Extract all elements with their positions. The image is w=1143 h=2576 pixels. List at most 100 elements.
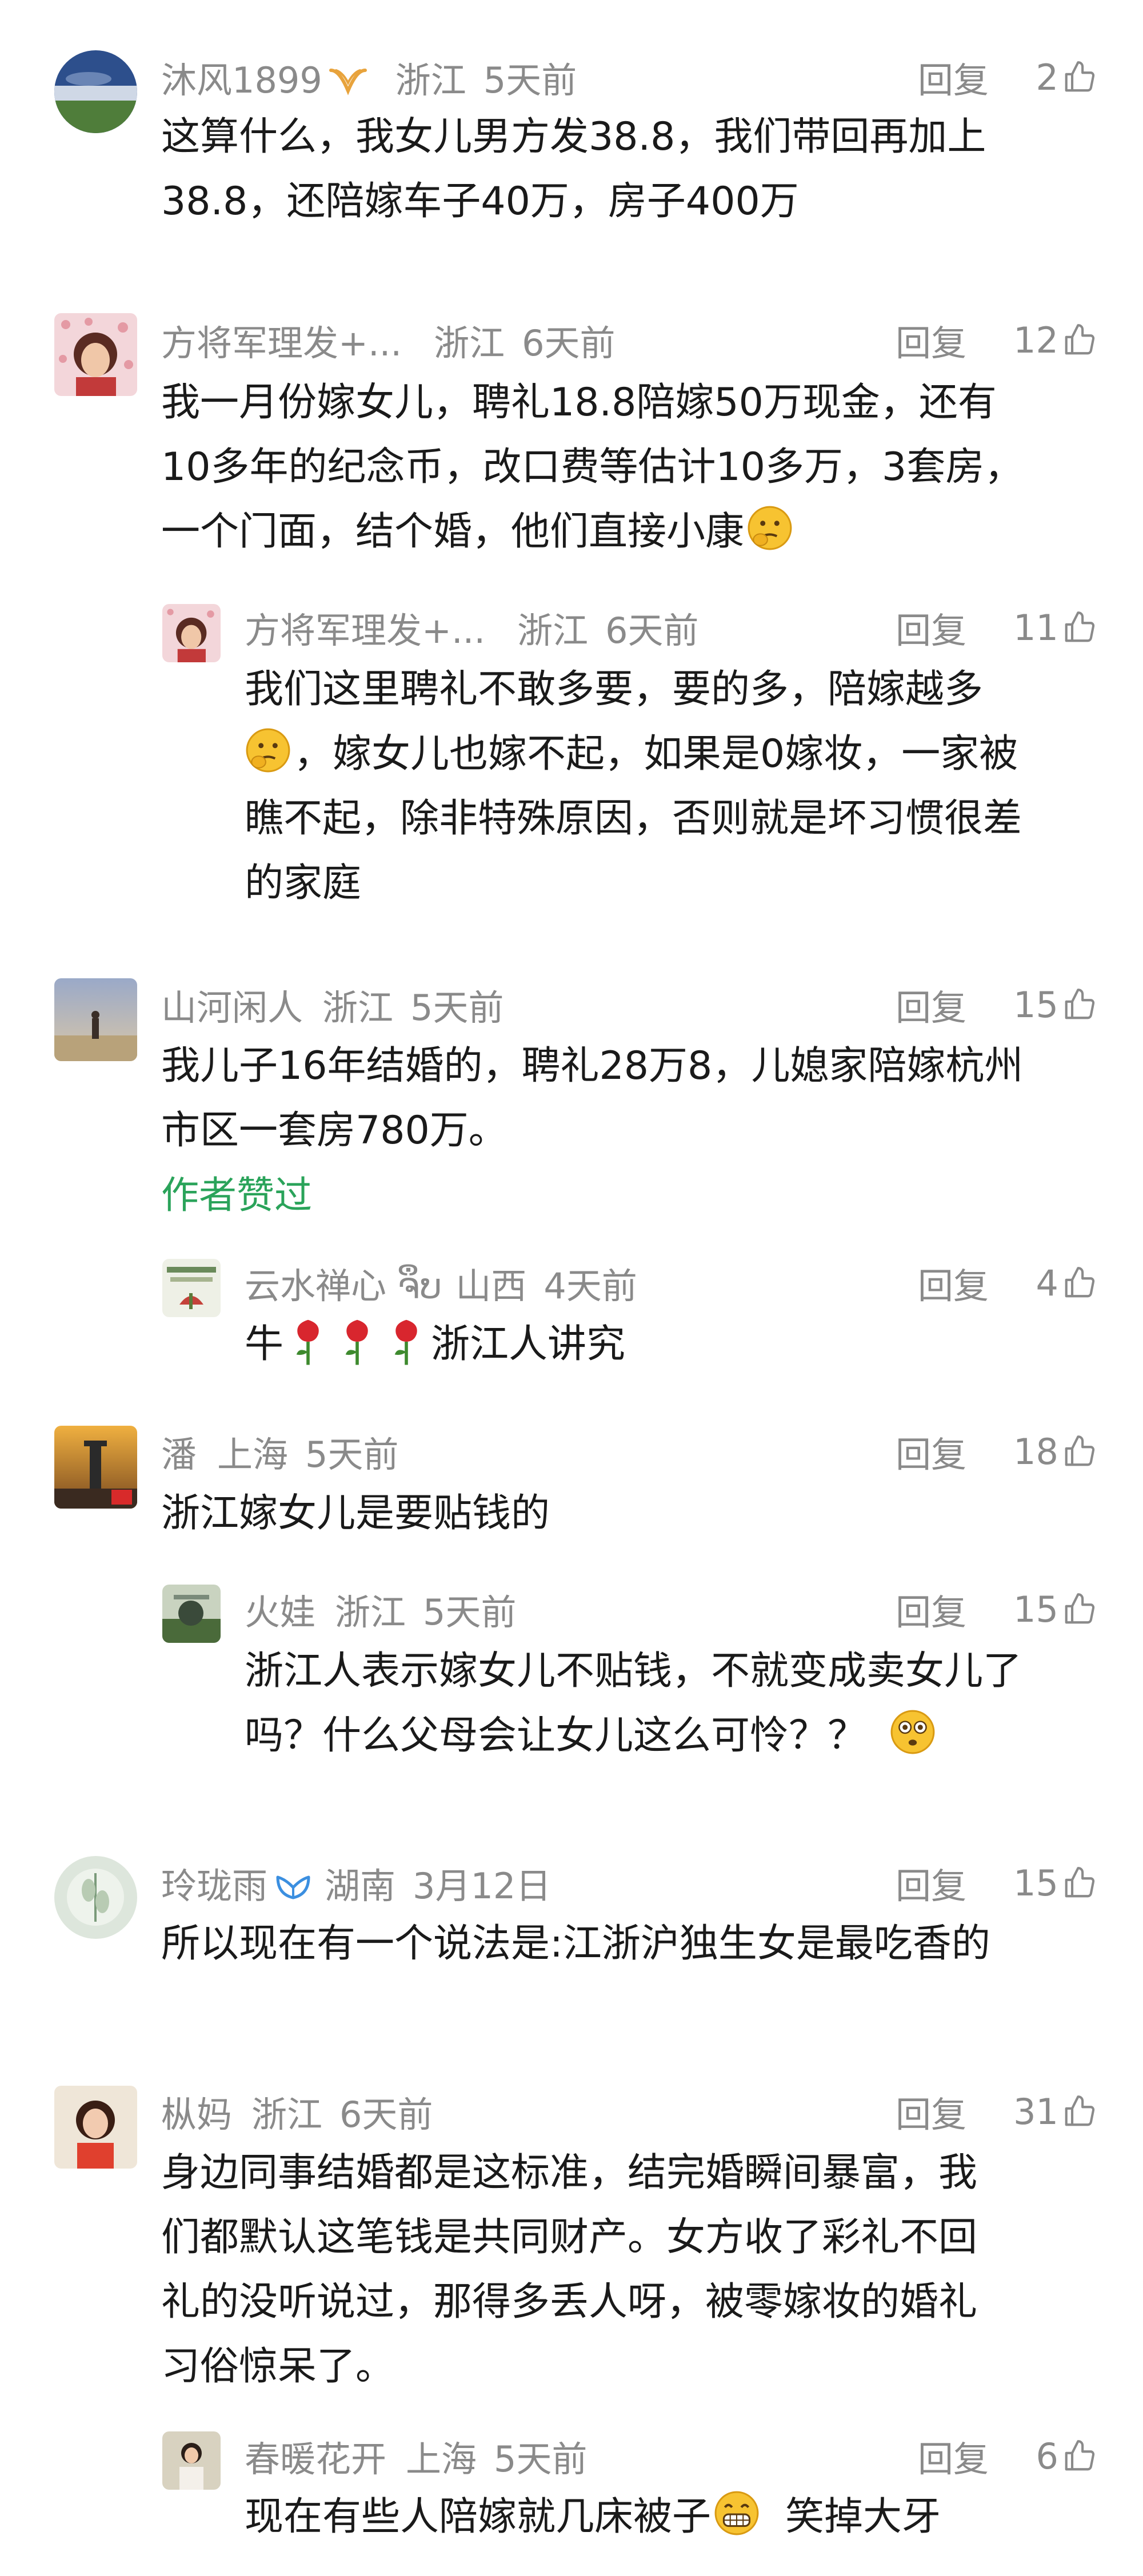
thumbs-up-icon[interactable] — [1062, 1434, 1097, 1469]
comment-text: 浙江人表示嫁女儿不贴钱，不就变成卖女儿了 吗？什么父母会让女儿这么可怜？？ — [245, 1639, 1022, 1768]
vip-badge-gold-icon — [328, 62, 368, 95]
like-count: 31 — [1013, 2090, 1058, 2133]
like-count: 4 — [1036, 1262, 1058, 1304]
comment-actions: 回复 6 — [918, 2430, 1097, 2482]
text-line: 我一月份嫁女儿，聘礼18.8陪嫁50万现金，还有 — [161, 380, 997, 425]
timestamp: 5天前 — [410, 987, 504, 1029]
author-name[interactable]: 春暖花开 — [245, 2430, 386, 2482]
rose-emoji — [394, 1319, 417, 1365]
avatar[interactable] — [162, 1259, 221, 1317]
comment-actions: 回复 11 — [896, 602, 1097, 653]
reply-button[interactable]: 回复 — [896, 1426, 966, 1477]
text-segment: ，嫁女儿也嫁不起，如果是0嫁妆，一家被 — [294, 731, 1018, 777]
avatar[interactable] — [162, 604, 221, 662]
text-segment: 牛 — [245, 1322, 284, 1367]
text-segment: 笑掉大牙 — [785, 2494, 941, 2539]
text-line: 身边同事结婚都是这标准，结完婚瞬间暴富，我 — [161, 2150, 978, 2195]
author-name[interactable]: 方将军理发+... — [245, 602, 485, 653]
author-name[interactable]: 方将军理发+... — [161, 314, 402, 366]
comment-feed: 沐风1899 浙江 5天前 回复 2 这算什么，我女儿男方发38.8，我们带回再… — [0, 0, 1143, 2576]
comment-meta: 云水禅心 ຈຶບ 山西 4天前 — [245, 1257, 637, 1309]
grinning-face-emoji — [713, 2490, 760, 2537]
thumbs-up-icon[interactable] — [1062, 1865, 1097, 1901]
reply-button[interactable]: 回复 — [896, 2086, 966, 2137]
like-count: 15 — [1013, 983, 1058, 1026]
thinking-face-emoji — [746, 505, 793, 551]
author-name[interactable]: 火娃 — [245, 1583, 315, 1635]
avatar[interactable] — [54, 1856, 137, 1939]
avatar[interactable] — [162, 2431, 221, 2490]
author-name[interactable]: 枞妈 — [161, 2086, 232, 2137]
rose-emoji — [345, 1319, 368, 1365]
region-label: 浙江 — [322, 987, 394, 1029]
thumbs-up-icon[interactable] — [1062, 2438, 1097, 2474]
comment-text: 我儿子16年结婚的，聘礼28万8，儿媳家陪嫁杭州 市区一套房780万。 — [161, 1034, 1023, 1163]
thumbs-up-icon[interactable] — [1062, 1591, 1097, 1627]
timestamp: 5天前 — [483, 59, 577, 101]
thumbs-up-icon[interactable] — [1062, 2094, 1097, 2129]
text-line: 吗？什么父母会让女儿这么可怜？？ — [245, 1703, 1022, 1768]
region-label: 浙江 — [335, 1591, 406, 1633]
comment-text: 现在有些人陪嫁就几床被子 笑掉大牙 — [245, 2485, 941, 2549]
rose-emoji — [296, 1319, 319, 1365]
comment-text: 浙江嫁女儿是要贴钱的 — [161, 1481, 550, 1546]
thumbs-up-icon[interactable] — [1062, 987, 1097, 1022]
text-line: 瞧不起，除非特殊原因，否则就是坏习惯很差 — [245, 796, 1022, 841]
text-line: 习俗惊呆了。 — [161, 2344, 395, 2389]
thumbs-up-icon[interactable] — [1062, 610, 1097, 645]
reply-button[interactable]: 回复 — [896, 979, 966, 1030]
avatar[interactable] — [54, 978, 137, 1061]
like-count: 11 — [1013, 606, 1058, 649]
timestamp: 5天前 — [423, 1591, 517, 1633]
reply-button[interactable]: 回复 — [896, 1583, 966, 1635]
text-line: 牛 浙江人讲究 — [245, 1312, 625, 1377]
like-count: 18 — [1013, 1430, 1058, 1473]
region-label: 上海 — [217, 1434, 289, 1475]
reply-button[interactable]: 回复 — [918, 51, 989, 103]
reply-button[interactable]: 回复 — [918, 1257, 989, 1309]
comment-actions: 回复 15 — [896, 1857, 1097, 1909]
avatar[interactable] — [54, 313, 137, 396]
text-line: 们都默认这笔钱是共同财产。女方收了彩礼不回 — [161, 2215, 978, 2260]
author-liked-label: 作者赞过 — [161, 1173, 312, 1217]
timestamp: 5天前 — [305, 1434, 399, 1475]
reply-button[interactable]: 回复 — [918, 2430, 989, 2482]
thinking-face-emoji — [245, 727, 291, 774]
comment-text: 我们这里聘礼不敢多要，要的多，陪嫁越多 ，嫁女儿也嫁不起，如果是0嫁妆，一家被 … — [245, 657, 1022, 915]
comment-actions: 回复 2 — [918, 51, 1097, 103]
author-name[interactable]: 玲珑雨 — [161, 1857, 267, 1909]
comment-meta: 方将军理发+... 浙江 6天前 — [245, 602, 699, 653]
like-count: 15 — [1013, 1588, 1058, 1630]
author-name[interactable]: 沐风1899 — [161, 51, 322, 103]
avatar[interactable] — [54, 50, 137, 133]
text-line: 礼的没听说过，那得多丢人呀，被零嫁妆的婚礼 — [161, 2279, 978, 2325]
region-label: 浙江 — [434, 322, 505, 364]
comment-text: 这算什么，我女儿男方发38.8，我们带回再加上 38.8，还陪嫁车子40万，房子… — [161, 105, 986, 234]
reply-button[interactable]: 回复 — [896, 314, 966, 366]
like-count: 2 — [1036, 56, 1058, 98]
reply-button[interactable]: 回复 — [896, 602, 966, 653]
comment-actions: 回复 15 — [896, 979, 1097, 1030]
author-name[interactable]: 山河闲人 — [161, 979, 303, 1030]
thumbs-up-icon[interactable] — [1062, 59, 1097, 95]
author-name[interactable]: 潘 — [161, 1426, 197, 1477]
text-line: 10多年的纪念币，改口费等估计10多万，3套房， — [161, 445, 1024, 490]
reply-button[interactable]: 回复 — [896, 1857, 966, 1909]
region-label: 浙江 — [251, 2094, 323, 2135]
avatar[interactable] — [162, 1585, 221, 1643]
timestamp: 6天前 — [605, 610, 699, 651]
thumbs-up-icon[interactable] — [1062, 322, 1097, 358]
timestamp: 6天前 — [339, 2094, 433, 2135]
timestamp: 5天前 — [494, 2438, 588, 2480]
region-label: 山西 — [455, 1265, 527, 1307]
comment-text: 牛 浙江人讲究 — [245, 1312, 625, 1377]
timestamp: 6天前 — [522, 322, 616, 364]
thumbs-up-icon[interactable] — [1062, 1265, 1097, 1301]
author-name[interactable]: 云水禅心 ຈຶບ — [245, 1257, 442, 1309]
text-line: 市区一套房780万。 — [161, 1108, 507, 1153]
text-line: ，嫁女儿也嫁不起，如果是0嫁妆，一家被 — [245, 722, 1022, 786]
avatar[interactable] — [54, 2086, 137, 2169]
text-segment: 一个门面，结个婚，他们直接小康 — [161, 509, 745, 554]
avatar[interactable] — [54, 1426, 137, 1509]
comment-meta: 玲珑雨 湖南 3月12日 — [161, 1857, 551, 1909]
